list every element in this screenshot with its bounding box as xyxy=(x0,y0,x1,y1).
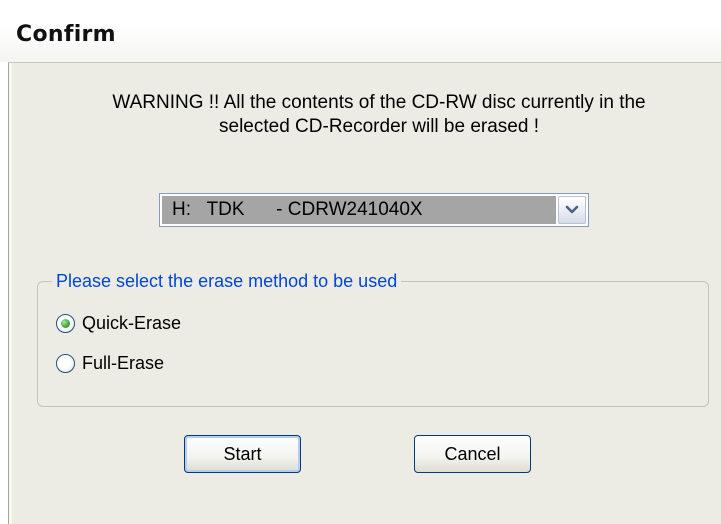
quick-erase-label[interactable]: Quick-Erase xyxy=(82,313,181,334)
cd-recorder-select[interactable]: H: TDK - CDRW241040X xyxy=(159,193,589,227)
quick-erase-option[interactable]: Quick-Erase xyxy=(56,310,181,336)
start-button[interactable]: Start xyxy=(184,435,301,473)
quick-erase-radio[interactable] xyxy=(56,313,75,333)
confirm-dialog: Confirm WARNING !! All the contents of t… xyxy=(0,0,721,524)
window-title: Confirm xyxy=(16,22,116,47)
warning-message: WARNING !! All the contents of the CD-RW… xyxy=(49,91,709,139)
warning-line-1: WARNING !! All the contents of the CD-RW… xyxy=(112,92,646,113)
body-edge xyxy=(9,63,12,524)
erase-method-group-label: Please select the erase method to be use… xyxy=(52,269,402,293)
warning-line-2: selected CD-Recorder will be erased ! xyxy=(219,116,539,137)
cancel-button[interactable]: Cancel xyxy=(414,435,531,473)
dropdown-button[interactable] xyxy=(558,196,586,224)
full-erase-label[interactable]: Full-Erase xyxy=(82,353,164,374)
full-erase-radio[interactable] xyxy=(56,353,75,373)
erase-method-group: Please select the erase method to be use… xyxy=(37,269,709,407)
dialog-body: WARNING !! All the contents of the CD-RW… xyxy=(8,62,721,524)
cd-recorder-selected-value: H: TDK - CDRW241040X xyxy=(162,196,556,224)
chevron-down-icon xyxy=(565,205,579,214)
title-bar[interactable]: Confirm xyxy=(0,0,721,62)
full-erase-option[interactable]: Full-Erase xyxy=(56,350,164,376)
